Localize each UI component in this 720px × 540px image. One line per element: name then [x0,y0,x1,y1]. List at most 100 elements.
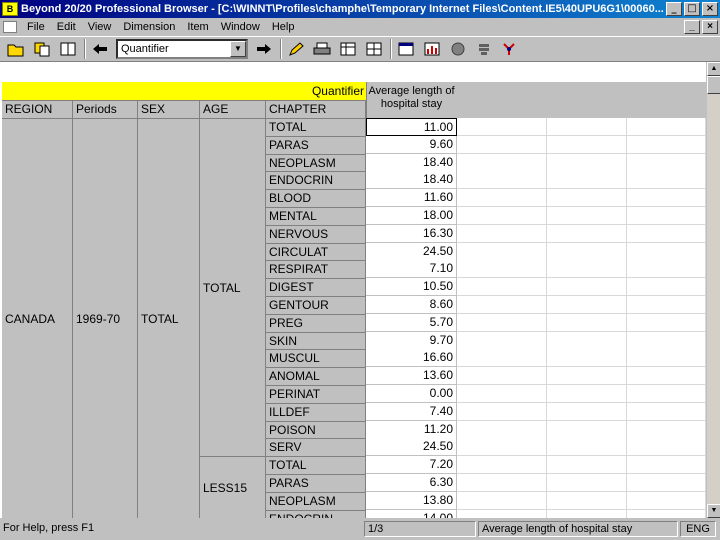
chapter-row-label[interactable]: SERV [266,438,366,457]
region-dimension-header[interactable]: REGION [2,100,73,118]
empty-cell[interactable] [627,367,706,386]
chapter-row-label[interactable]: BLOOD [266,189,366,208]
bar-chart-icon[interactable] [422,39,442,59]
menu-view[interactable]: View [82,21,118,33]
empty-cell[interactable] [457,260,547,279]
empty-cell[interactable] [547,438,627,457]
empty-cell[interactable] [627,260,706,279]
maximize-button[interactable]: □ [684,2,700,16]
empty-cell[interactable] [457,242,547,261]
empty-cell[interactable] [627,278,706,297]
menu-dimension[interactable]: Dimension [117,21,181,33]
empty-cell[interactable] [457,224,547,243]
empty-cell[interactable] [627,296,706,314]
empty-cell[interactable] [457,438,547,457]
menu-help[interactable]: Help [266,21,301,33]
doc-close-button[interactable]: × [702,20,718,34]
periods-dimension-header[interactable]: Periods [73,100,138,118]
empty-cell[interactable] [547,135,627,154]
value-cell[interactable]: 13.80 [366,491,457,510]
empty-cell[interactable] [627,491,706,510]
value-cell[interactable]: 7.10 [366,260,457,279]
empty-cell[interactable] [627,331,706,350]
value-cell[interactable]: 5.70 [366,313,457,332]
empty-cell[interactable] [627,509,706,518]
chapter-row-label[interactable]: MUSCUL [266,349,366,368]
empty-cell[interactable] [457,474,547,492]
print-icon[interactable] [312,39,332,59]
chapter-row-label[interactable]: NEOPLASM [266,153,366,172]
empty-cell[interactable] [627,456,706,475]
period-cell[interactable]: 1969-70 [73,118,138,518]
empty-cell[interactable] [457,278,547,297]
empty-cell[interactable] [547,118,627,136]
value-cell[interactable]: 24.50 [366,242,457,261]
empty-cell[interactable] [457,296,547,314]
chapter-row-label[interactable]: GENTOUR [266,296,366,314]
open-folder-icon[interactable] [6,39,26,59]
empty-cell[interactable] [627,349,706,368]
value-cell[interactable]: 9.60 [366,135,457,154]
empty-cell[interactable] [547,296,627,314]
chapter-row-label[interactable]: ENDOCRIN [266,509,366,518]
drill-down-icon[interactable] [474,39,494,59]
value-cell[interactable]: 13.60 [366,367,457,386]
doc-minimize-button[interactable]: _ [684,20,700,34]
empty-cell[interactable] [457,118,547,136]
empty-cell[interactable] [547,385,627,403]
scroll-thumb[interactable] [707,76,720,94]
empty-cell[interactable] [547,349,627,368]
empty-cell[interactable] [547,331,627,350]
chapter-row-label[interactable]: RESPIRAT [266,260,366,279]
value-cell[interactable]: 7.40 [366,402,457,421]
empty-cell[interactable] [547,278,627,297]
menu-item[interactable]: Item [181,21,214,33]
empty-cell[interactable] [457,189,547,208]
value-cell[interactable]: 18.40 [366,171,457,190]
empty-cell[interactable] [457,135,547,154]
age-dimension-header[interactable]: AGE [200,100,266,118]
empty-cell[interactable] [547,242,627,261]
value-cell[interactable]: 9.70 [366,331,457,350]
empty-cell[interactable] [547,153,627,172]
empty-cell[interactable] [627,153,706,172]
empty-cell[interactable] [627,313,706,332]
empty-cell[interactable] [547,509,627,518]
chapter-row-label[interactable]: NEOPLASM [266,491,366,510]
grid-view-icon[interactable] [364,39,384,59]
chapter-row-label[interactable]: DIGEST [266,278,366,297]
value-cell[interactable]: 18.00 [366,207,457,225]
value-cell[interactable]: 11.00 [366,118,457,136]
value-cell[interactable]: 8.60 [366,296,457,314]
empty-cell[interactable] [547,171,627,190]
empty-cell[interactable] [457,420,547,439]
value-cell[interactable]: 0.00 [366,385,457,403]
minimize-button[interactable]: _ [666,2,682,16]
empty-cell[interactable] [457,207,547,225]
empty-cell[interactable] [547,260,627,279]
empty-cell[interactable] [627,189,706,208]
empty-cell[interactable] [627,207,706,225]
chapter-row-label[interactable]: PERINAT [266,385,366,403]
empty-cell[interactable] [627,242,706,261]
empty-cell[interactable] [457,349,547,368]
empty-cell[interactable] [457,385,547,403]
back-arrow-icon[interactable] [90,39,110,59]
vertical-scrollbar[interactable]: ▲ ▼ [706,62,720,518]
empty-cell[interactable] [547,189,627,208]
empty-cell[interactable] [627,135,706,154]
book-icon[interactable] [58,39,78,59]
chapter-row-label[interactable]: TOTAL [266,456,366,475]
empty-cell[interactable] [547,313,627,332]
value-cell[interactable]: 14.00 [366,509,457,518]
empty-cell[interactable] [627,438,706,457]
value-cell[interactable]: 24.50 [366,438,457,457]
chapter-row-label[interactable]: MENTAL [266,207,366,225]
chapter-row-label[interactable]: ANOMAL [266,367,366,386]
region-cell[interactable]: CANADA [2,118,73,518]
chapter-row-label[interactable]: PARAS [266,135,366,154]
empty-cell[interactable] [457,491,547,510]
empty-cell[interactable] [457,456,547,475]
value-cell[interactable]: 11.60 [366,189,457,208]
close-button[interactable]: × [702,2,718,16]
